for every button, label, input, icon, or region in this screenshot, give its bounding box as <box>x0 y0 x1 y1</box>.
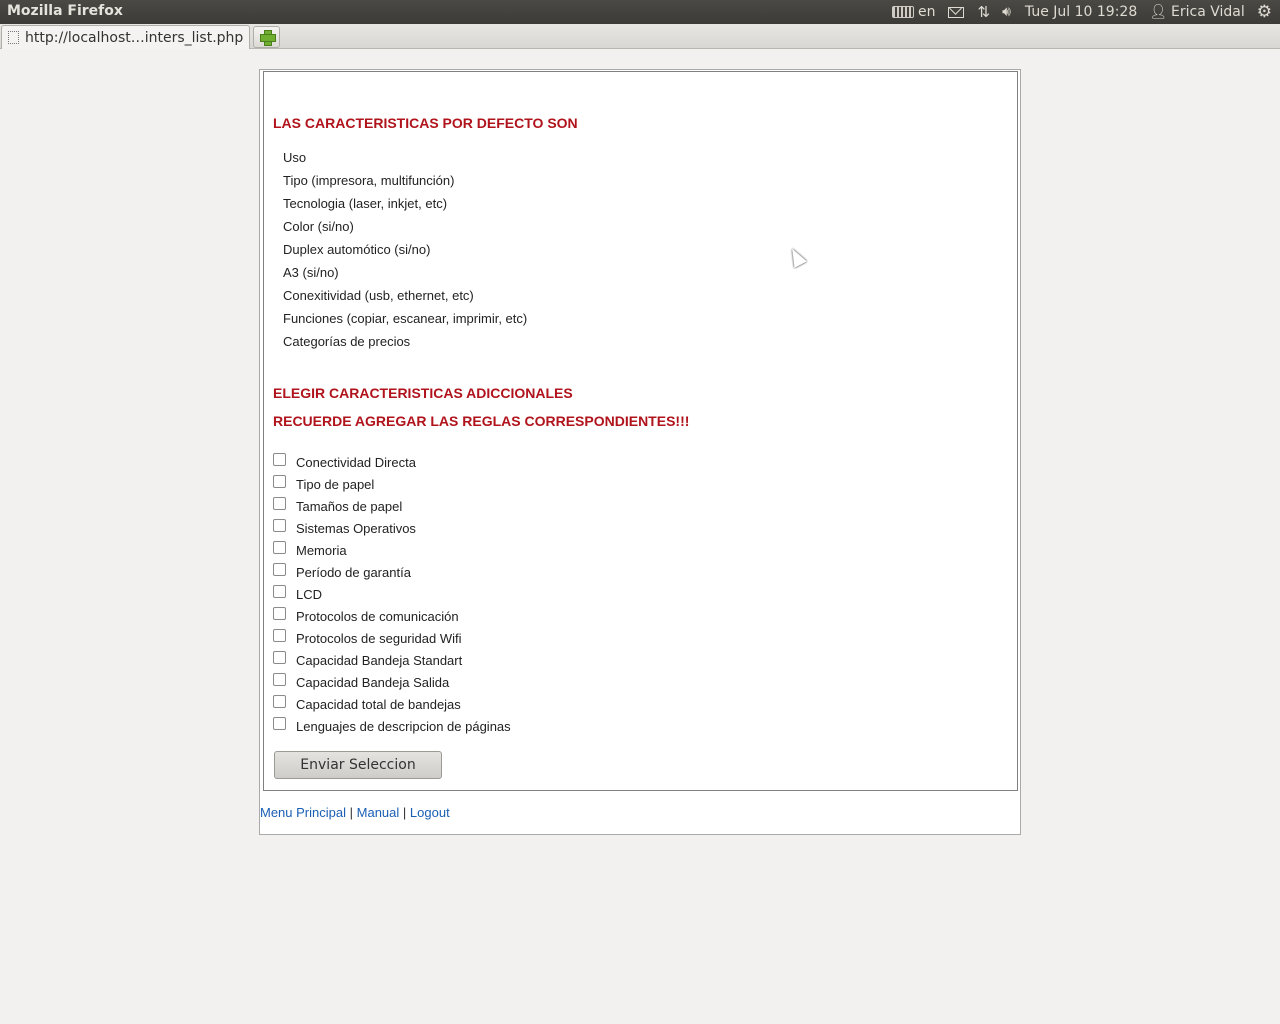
option-label: Período de garantía <box>296 565 411 580</box>
clock[interactable]: Tue Jul 10 19:28 <box>1025 0 1137 24</box>
option-label: Memoria <box>296 543 347 558</box>
option-checkbox[interactable] <box>273 475 286 488</box>
option-checkbox[interactable] <box>273 541 286 554</box>
default-item: Tipo (impresora, multifunción) <box>283 173 455 188</box>
option-checkbox[interactable] <box>273 519 286 532</box>
new-tab-button[interactable] <box>253 26 280 48</box>
session-gear-icon[interactable]: ⚙ <box>1257 0 1272 24</box>
manual-link[interactable]: Manual <box>357 805 400 820</box>
option-checkbox[interactable] <box>273 607 286 620</box>
option-checkbox[interactable] <box>273 585 286 598</box>
option-row: LCD <box>273 585 322 603</box>
option-row: Período de garantía <box>273 563 411 581</box>
option-row: Capacidad total de bandejas <box>273 695 461 713</box>
option-row: Sistemas Operativos <box>273 519 416 537</box>
footer-nav: Menu Principal | Manual | Logout <box>260 805 450 820</box>
default-item: Conexitividad (usb, ethernet, etc) <box>283 288 474 303</box>
option-label: Lenguajes de descripcion de páginas <box>296 719 511 734</box>
option-checkbox[interactable] <box>273 453 286 466</box>
separator: | <box>349 805 354 820</box>
page-icon <box>8 31 19 44</box>
default-item: Uso <box>283 150 307 165</box>
mail-icon <box>947 6 964 18</box>
reminder-heading: RECUERDE AGREGAR LAS REGLAS CORRESPONDIE… <box>273 413 690 429</box>
option-label: Tipo de papel <box>296 477 375 492</box>
browser-tab[interactable]: http://localhost…inters_list.php <box>1 25 250 49</box>
option-label: Capacidad Bandeja Standart <box>296 653 463 668</box>
keyboard-language: en <box>918 4 936 20</box>
option-checkbox[interactable] <box>273 673 286 686</box>
option-row: Capacidad Bandeja Salida <box>273 673 449 691</box>
default-item: Duplex automótico (si/no) <box>283 242 431 257</box>
system-top-panel: Mozilla Firefox en ⇅ 🔊︎ Tue Jul 10 19:28… <box>0 0 1280 24</box>
option-row: Capacidad Bandeja Standart <box>273 651 462 669</box>
option-row: Memoria <box>273 541 347 559</box>
default-features-heading: LAS CARACTERISTICAS POR DEFECTO SON <box>273 115 578 131</box>
option-label: Protocolos de seguridad Wifi <box>296 631 462 646</box>
default-item: A3 (si/no) <box>283 265 339 280</box>
tab-title: http://localhost…inters_list.php <box>25 29 244 46</box>
option-checkbox[interactable] <box>273 563 286 576</box>
option-checkbox[interactable] <box>273 717 286 730</box>
option-row: Tamaños de papel <box>273 497 402 515</box>
option-row: Protocolos de comunicación <box>273 607 459 625</box>
option-label: Capacidad total de bandejas <box>296 697 461 712</box>
user-name: Erica Vidal <box>1171 4 1245 20</box>
logout-link[interactable]: Logout <box>410 805 450 820</box>
messaging-menu[interactable] <box>947 0 978 24</box>
menu-principal-link[interactable]: Menu Principal <box>260 805 346 820</box>
option-label: Tamaños de papel <box>296 499 403 514</box>
system-tray: en ⇅ 🔊︎ Tue Jul 10 19:28 👤︎ Erica Vidal … <box>892 0 1280 24</box>
user-menu[interactable]: 👤︎ Erica Vidal <box>1149 0 1257 24</box>
volume-icon[interactable]: 🔊︎ <box>1002 0 1011 24</box>
option-row: Conectividad Directa <box>273 453 416 471</box>
option-label: Protocolos de comunicación <box>296 609 459 624</box>
default-item: Categorías de precios <box>283 334 411 349</box>
default-item: Funciones (copiar, escanear, imprimir, e… <box>283 311 528 326</box>
option-label: Capacidad Bandeja Salida <box>296 675 450 690</box>
network-icon[interactable]: ⇅ <box>978 0 991 24</box>
browser-tab-bar: http://localhost…inters_list.php <box>0 24 1280 49</box>
form-frame: LAS CARACTERISTICAS POR DEFECTO SON Uso … <box>263 71 1018 791</box>
option-checkbox[interactable] <box>273 629 286 642</box>
option-checkbox[interactable] <box>273 497 286 510</box>
separator: | <box>402 805 407 820</box>
app-title: Mozilla Firefox <box>7 3 123 19</box>
keyboard-indicator[interactable]: en <box>892 0 948 24</box>
keyboard-icon <box>892 6 914 18</box>
submit-button[interactable]: Enviar Seleccion <box>274 751 442 779</box>
option-checkbox[interactable] <box>273 695 286 708</box>
default-item: Tecnologia (laser, inkjet, etc) <box>283 196 448 211</box>
option-label: Conectividad Directa <box>296 455 416 470</box>
option-row: Protocolos de seguridad Wifi <box>273 629 461 647</box>
option-row: Tipo de papel <box>273 475 374 493</box>
option-label: LCD <box>296 587 323 602</box>
plus-icon <box>259 30 276 46</box>
user-icon: 👤︎ <box>1149 4 1168 20</box>
additional-features-heading: ELEGIR CARACTERISTICAS ADICCIONALES <box>273 385 573 401</box>
page-container: LAS CARACTERISTICAS POR DEFECTO SON Uso … <box>259 69 1021 835</box>
option-label: Sistemas Operativos <box>296 521 416 536</box>
option-checkbox[interactable] <box>273 651 286 664</box>
option-row: Lenguajes de descripcion de páginas <box>273 717 511 735</box>
default-item: Color (si/no) <box>283 219 354 234</box>
